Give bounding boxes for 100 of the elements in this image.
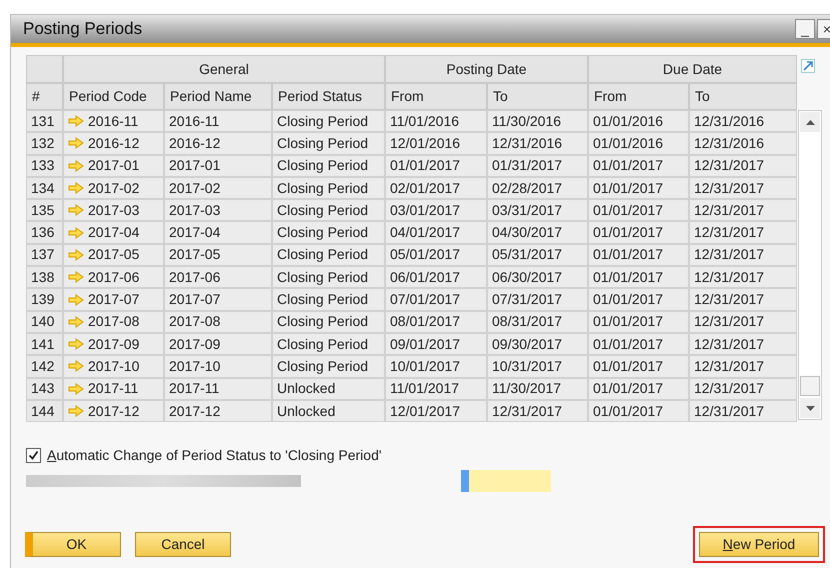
table-cell: 2017-11: [63, 378, 164, 400]
table-cell: 2017-07: [164, 288, 272, 311]
table-cell: Closing Period: [272, 132, 385, 155]
table-cell: 01/01/2017: [588, 266, 689, 288]
table-cell: 142: [26, 355, 63, 378]
table-cell: 01/01/2017: [588, 400, 689, 422]
table-cell: 2017-08: [164, 310, 272, 333]
table-cell: 02/01/2017: [385, 176, 487, 200]
table-cell: 01/01/2017: [588, 154, 689, 177]
table-cell: 2017-06: [164, 266, 272, 288]
table-cell: 2017-09: [63, 332, 164, 356]
table-cell: Unlocked: [272, 378, 385, 400]
table-cell: 2016-11: [164, 110, 272, 132]
table-cell: 2017-03: [164, 199, 272, 222]
table-cell: 01/01/2017: [588, 378, 689, 400]
arrow-icon: [68, 204, 84, 216]
table-cell: 09/30/2017: [487, 332, 588, 356]
scroll-up-button[interactable]: [800, 112, 820, 132]
table-cell: 08/31/2017: [487, 310, 588, 333]
table-cell: 01/01/2017: [588, 199, 689, 222]
table-cell: 2017-06: [63, 266, 164, 288]
arrow-icon: [68, 226, 84, 239]
ok-button[interactable]: OK: [25, 532, 121, 558]
table-cell: 2017-10: [164, 355, 272, 378]
table-cell: 03/31/2017: [487, 199, 588, 222]
table-cell: 04/01/2017: [385, 221, 487, 244]
table-cell: 01/01/2016: [588, 132, 689, 155]
table-cell: 12/31/2017: [689, 355, 797, 378]
column-header: From: [385, 83, 487, 110]
group-header: General: [63, 55, 385, 83]
table-cell: 12/31/2017: [689, 244, 797, 266]
new-period-button[interactable]: New Period: [699, 532, 819, 558]
arrow-icon: [68, 316, 84, 328]
table-cell: Closing Period: [272, 199, 385, 222]
scroll-thumb[interactable]: [800, 376, 820, 396]
table-cell: 2017-05: [164, 244, 272, 266]
table-cell: 2017-11: [164, 378, 272, 400]
table-cell: Closing Period: [272, 288, 385, 311]
table-cell: 11/01/2017: [385, 378, 487, 400]
table-cell: 07/31/2017: [487, 288, 588, 311]
table-cell: 01/01/2017: [588, 176, 689, 200]
table-cell: 06/01/2017: [385, 266, 487, 288]
table-cell: 12/31/2017: [689, 378, 797, 400]
table-cell: 2017-02: [164, 176, 272, 200]
table-cell: 2017-03: [63, 199, 164, 222]
table-cell: 2017-08: [63, 310, 164, 333]
table-cell: 05/01/2017: [385, 244, 487, 266]
table-cell: 132: [26, 132, 63, 155]
table-cell: 12/31/2017: [689, 266, 797, 288]
table-cell: Closing Period: [272, 266, 385, 288]
table-cell: 12/31/2017: [689, 221, 797, 244]
table-cell: 2017-05: [63, 244, 164, 266]
table-cell: 2017-02: [63, 176, 164, 200]
table-cell: 01/31/2017: [487, 154, 588, 177]
table-cell: 01/01/2017: [588, 288, 689, 311]
table-cell: 06/30/2017: [487, 266, 588, 288]
table-cell: 01/01/2017: [588, 244, 689, 266]
table-cell: Closing Period: [272, 310, 385, 333]
table-cell: 12/31/2016: [689, 110, 797, 132]
table-cell: 01/01/2017: [588, 310, 689, 333]
arrow-icon: [68, 137, 84, 150]
table-cell: 03/01/2017: [385, 199, 487, 222]
cancel-button[interactable]: Cancel: [135, 532, 231, 558]
table-cell: 2017-12: [164, 400, 272, 422]
table-cell: Unlocked: [272, 400, 385, 422]
table-cell: 2016-12: [63, 132, 164, 155]
checkbox[interactable]: [26, 448, 41, 464]
scroll-down-button[interactable]: [800, 398, 820, 418]
minimize-button[interactable]: _: [795, 19, 815, 39]
table-cell: 12/31/2017: [689, 310, 797, 333]
table-cell: 12/31/2016: [487, 132, 588, 155]
arrow-icon: [68, 271, 84, 284]
table-cell: 12/31/2017: [689, 199, 797, 222]
table-cell: 2017-01: [63, 154, 164, 177]
table-cell: 134: [26, 176, 63, 200]
table-cell: 138: [26, 266, 63, 288]
arrow-icon: [68, 182, 84, 194]
table-cell: 139: [26, 288, 63, 311]
group-header: Due Date: [588, 55, 797, 83]
table-cell: Closing Period: [272, 221, 385, 244]
table-cell: 05/31/2017: [487, 244, 588, 266]
table-cell: 2017-09: [164, 332, 272, 356]
scrollbar[interactable]: [798, 110, 822, 420]
table-cell: 136: [26, 221, 63, 244]
arrow-icon: [68, 160, 84, 172]
table-cell: 04/30/2017: [487, 221, 588, 244]
caret-down-icon: [806, 406, 814, 410]
close-button[interactable]: ×: [817, 19, 830, 39]
table-cell: 12/01/2017: [385, 400, 487, 422]
table-cell: 144: [26, 400, 63, 422]
expand-icon[interactable]: [801, 59, 815, 73]
table-cell: 10/31/2017: [487, 355, 588, 378]
table-cell: 12/31/2017: [689, 400, 797, 422]
table-cell: 135: [26, 199, 63, 222]
arrow-icon: [68, 294, 84, 306]
table-cell: 12/31/2017: [689, 154, 797, 177]
table-cell: 01/01/2017: [588, 332, 689, 356]
column-header: #: [26, 83, 63, 110]
table-cell: 07/01/2017: [385, 288, 487, 311]
table-cell: 01/01/2017: [588, 355, 689, 378]
